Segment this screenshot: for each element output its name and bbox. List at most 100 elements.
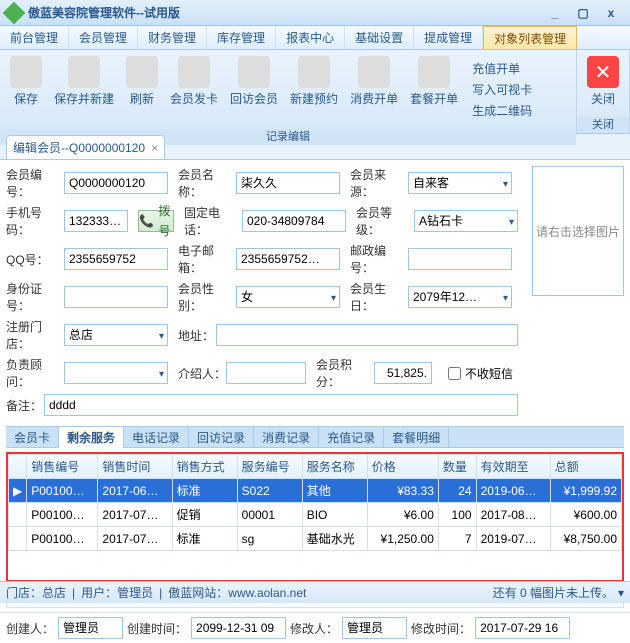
status-link[interactable]: 傲蓝网站：www.aolan.net	[168, 584, 306, 601]
member-no-field[interactable]: Q0000000120	[64, 172, 168, 194]
label-member-name: 会员名称：	[178, 166, 236, 200]
label-modified: 修改时间：	[411, 620, 471, 637]
col-header[interactable]: 服务名称	[302, 455, 367, 479]
sub-tab[interactable]: 消费记录	[254, 427, 319, 447]
menu-item[interactable]: 会员管理	[69, 26, 138, 49]
menu-item[interactable]: 基础设置	[345, 26, 414, 49]
ribbon-link[interactable]: 写入可视卡	[472, 81, 532, 98]
label-birth: 会员生日：	[350, 280, 408, 314]
ribbon-button[interactable]: 消费开单	[344, 54, 404, 109]
ribbon-link[interactable]: 充值开单	[472, 60, 532, 77]
ribbon-link[interactable]: 生成二维码	[472, 102, 532, 119]
document-tab-label: 编辑会员--Q0000000120	[13, 139, 145, 156]
idcard-field[interactable]	[64, 286, 168, 308]
zip-field[interactable]	[408, 248, 512, 270]
birth-combo[interactable]: 2079年12…	[408, 286, 512, 308]
qq-field[interactable]: 2355659752	[64, 248, 168, 270]
menu-item[interactable]: 财务管理	[138, 26, 207, 49]
label-points: 会员积分：	[316, 356, 374, 390]
main-menu: 前台管理会员管理财务管理库存管理报表中心基础设置提成管理对象列表管理	[0, 26, 630, 50]
close-tab-icon[interactable]: ×	[151, 141, 158, 155]
status-user: 用户：管理员	[81, 584, 153, 601]
remark-field[interactable]: dddd	[44, 394, 518, 416]
sub-tab[interactable]: 套餐明细	[384, 427, 449, 447]
creator-field[interactable]: 管理员	[58, 617, 123, 639]
window-title: 傲蓝美容院管理软件--试用版	[28, 4, 540, 21]
label-created: 创建时间：	[127, 620, 187, 637]
mobile-field[interactable]: 132333…	[64, 210, 128, 232]
photo-placeholder[interactable]: 请右击选择图片	[532, 166, 624, 296]
label-idcard: 身份证号：	[6, 280, 64, 314]
addr-field[interactable]	[216, 324, 518, 346]
ribbon-button[interactable]: 回访会员	[224, 54, 284, 109]
points-field[interactable]: 51,825.	[374, 362, 432, 384]
source-combo[interactable]: 自来客	[408, 172, 512, 194]
label-level: 会员等级：	[356, 204, 414, 238]
dial-button[interactable]: 📞拨号	[138, 210, 174, 232]
label-remark: 备注：	[6, 397, 44, 414]
menu-item[interactable]: 对象列表管理	[483, 26, 577, 49]
restore-button[interactable]: ▢	[570, 4, 596, 22]
minimize-button[interactable]: _	[542, 4, 568, 22]
member-form: 会员编号： Q0000000120 会员名称： 柒久久 会员来源： 自来客 手机…	[0, 160, 630, 426]
label-modifier: 修改人：	[290, 620, 338, 637]
sub-tab[interactable]: 会员卡	[6, 427, 59, 447]
ribbon-button[interactable]: 保存	[4, 54, 48, 109]
label-referrer: 介绍人：	[178, 365, 226, 382]
table-row[interactable]: P00100…2017-07…标准sg基础水光¥1,250.0072019-07…	[9, 527, 622, 551]
advisor-combo[interactable]	[64, 362, 168, 384]
sub-tab[interactable]: 电话记录	[124, 427, 189, 447]
member-name-field[interactable]: 柒久久	[236, 172, 340, 194]
nosms-checkbox[interactable]: 不收短信	[448, 365, 513, 382]
label-source: 会员来源：	[350, 166, 408, 200]
close-button[interactable]: ✕ 关闭	[581, 54, 625, 109]
label-advisor: 负责顾问：	[6, 356, 64, 390]
col-header[interactable]: 销售编号	[27, 455, 98, 479]
created-field[interactable]: 2099-12-31 09	[191, 617, 286, 639]
menu-item[interactable]: 报表中心	[276, 26, 345, 49]
ribbon-button[interactable]: 保存并新建	[48, 54, 120, 109]
ribbon-button[interactable]: 套餐开单	[404, 54, 464, 109]
modifier-field[interactable]: 管理员	[342, 617, 407, 639]
status-bar: 门店：总店| 用户：管理员| 傲蓝网站：www.aolan.net 还有 0 幅…	[0, 581, 630, 603]
sub-tab[interactable]: 回访记录	[189, 427, 254, 447]
referrer-field[interactable]	[226, 362, 306, 384]
col-header[interactable]: 销售方式	[172, 455, 237, 479]
close-window-button[interactable]: x	[598, 4, 624, 22]
label-gender: 会员性别：	[178, 280, 236, 314]
col-header[interactable]: 总额	[550, 455, 621, 479]
ribbon-button[interactable]: 会员发卡	[164, 54, 224, 109]
menu-item[interactable]: 库存管理	[207, 26, 276, 49]
ribbon-icon	[178, 56, 210, 88]
phone-field[interactable]: 020-34809784	[242, 210, 346, 232]
service-grid[interactable]: 销售编号销售时间销售方式服务编号服务名称价格数量有效期至总额▶P00100…20…	[6, 452, 624, 582]
label-mobile: 手机号码：	[6, 204, 64, 238]
col-header[interactable]: 价格	[367, 455, 438, 479]
table-row[interactable]: P00100…2017-07…促销00001BIO¥6.001002017-08…	[9, 503, 622, 527]
ribbon-close-group-label: 关闭	[577, 117, 629, 133]
store-combo[interactable]: 总店	[64, 324, 168, 346]
document-tab[interactable]: 编辑会员--Q0000000120 ×	[6, 135, 165, 159]
status-store: 门店：总店	[6, 584, 66, 601]
ribbon-icon	[10, 56, 42, 88]
ribbon-button[interactable]: 刷新	[120, 54, 164, 109]
ribbon-icon	[418, 56, 450, 88]
col-header[interactable]: 销售时间	[98, 455, 172, 479]
col-header[interactable]: 服务编号	[237, 455, 302, 479]
menu-item[interactable]: 前台管理	[0, 26, 69, 49]
ribbon-button[interactable]: 新建预约	[284, 54, 344, 109]
label-creator: 创建人：	[6, 620, 54, 637]
chevron-down-icon[interactable]: ▾	[618, 586, 624, 600]
level-combo[interactable]: A钻石卡	[414, 210, 518, 232]
modified-field[interactable]: 2017-07-29 16	[475, 617, 570, 639]
sub-tab[interactable]: 剩余服务	[59, 427, 124, 448]
gender-combo[interactable]: 女	[236, 286, 340, 308]
ribbon-icon	[298, 56, 330, 88]
col-header[interactable]: 数量	[438, 455, 476, 479]
table-row[interactable]: ▶P00100…2017-06…标准S022其他¥83.33242019-06……	[9, 479, 622, 503]
col-header[interactable]: 有效期至	[476, 455, 550, 479]
phone-icon: 📞	[139, 211, 154, 231]
menu-item[interactable]: 提成管理	[414, 26, 483, 49]
sub-tab[interactable]: 充值记录	[319, 427, 384, 447]
email-field[interactable]: 2355659752…	[236, 248, 340, 270]
